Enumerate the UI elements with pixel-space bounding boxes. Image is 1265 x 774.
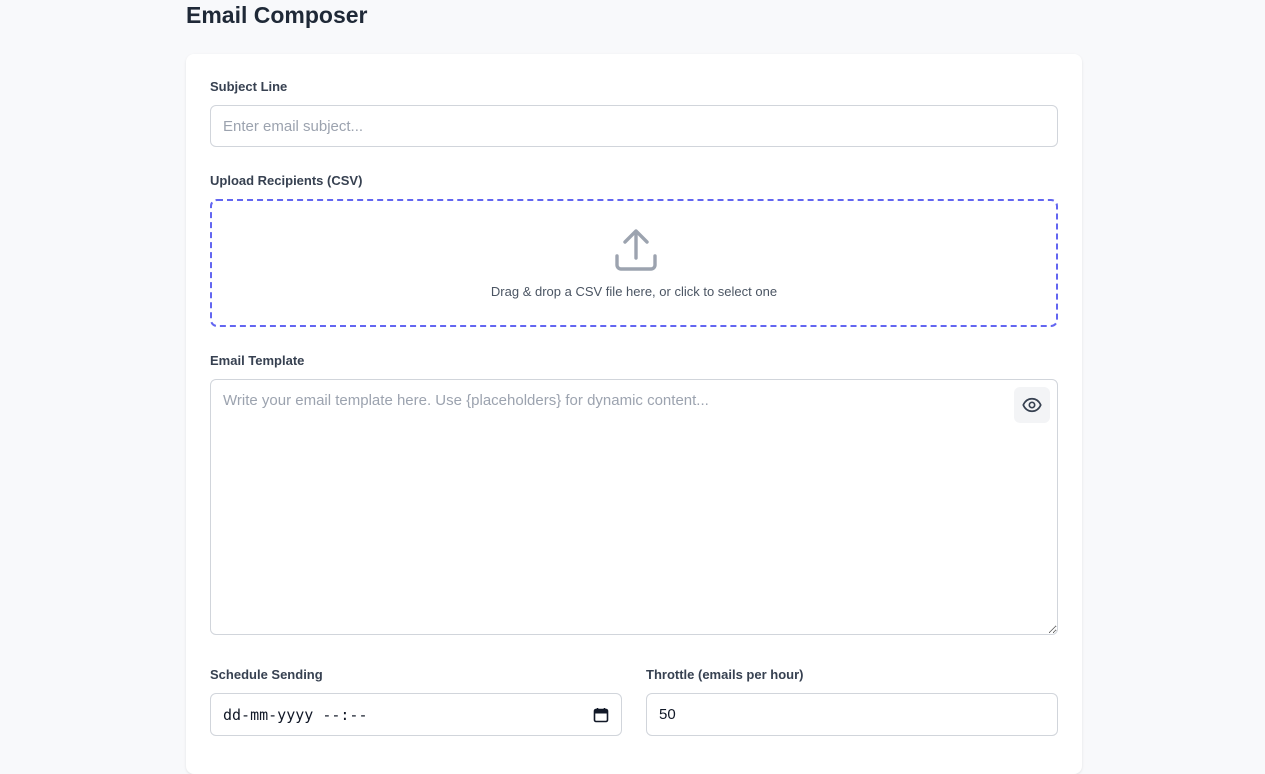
throttle-input[interactable] [646,693,1058,736]
schedule-datetime-input[interactable]: dd-mm-yyyy --:-- [210,693,622,736]
calendar-icon[interactable] [593,707,609,723]
preview-button[interactable] [1014,387,1050,423]
upload-icon [615,229,657,271]
subject-label: Subject Line [210,79,288,94]
dropzone-prompt: Drag & drop a CSV file here, or click to… [490,284,778,299]
subject-input[interactable] [210,105,1058,147]
template-textarea[interactable] [210,379,1058,635]
composer-card: Subject Line Upload Recipients (CSV) Dra… [186,54,1082,774]
schedule-value: dd-mm-yyyy --:-- [223,705,368,724]
page-title: Email Composer [186,2,368,28]
template-label: Email Template [210,353,305,368]
eye-icon [1022,397,1042,413]
throttle-label: Throttle (emails per hour) [646,667,804,682]
csv-dropzone[interactable]: Drag & drop a CSV file here, or click to… [210,199,1058,327]
schedule-label: Schedule Sending [210,667,323,682]
upload-label: Upload Recipients (CSV) [210,173,363,188]
